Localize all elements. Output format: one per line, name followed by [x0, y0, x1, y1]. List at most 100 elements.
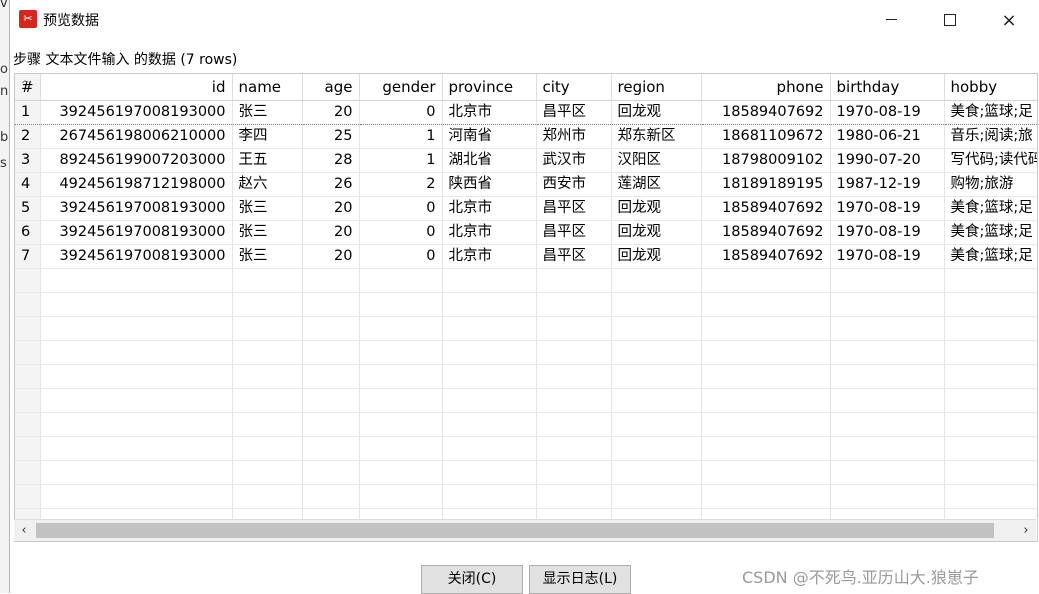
cell-region[interactable]: 郑东新区 [611, 124, 702, 149]
horizontal-scrollbar[interactable]: ‹ › [14, 519, 1036, 541]
cell-province[interactable]: 湖北省 [442, 148, 537, 173]
cell-birthday[interactable]: 1980-06-21 [830, 124, 945, 149]
cell-birthday[interactable]: 1990-07-20 [830, 148, 945, 173]
scroll-right-icon[interactable]: › [1016, 520, 1036, 541]
cell-age[interactable]: 20 [302, 244, 360, 269]
table-row[interactable]: 5 392456197008193000 张三 20 0 北京市 昌平区 回龙观 1858940… [15, 196, 1037, 221]
cell-id[interactable]: 392456197008193000 [40, 100, 233, 125]
cell-age[interactable]: 25 [302, 124, 360, 149]
cell-hobby[interactable]: 美食;篮球;足 [944, 100, 1037, 125]
cell-id[interactable]: 392456197008193000 [40, 220, 233, 245]
column-header-phone[interactable]: phone [701, 74, 831, 101]
cell-gender[interactable]: 0 [359, 244, 443, 269]
cell-province[interactable]: 北京市 [442, 244, 537, 269]
table-row[interactable]: 2 267456198006210000 李四 25 1 河南省 郑州市 郑东新区 186811… [15, 124, 1037, 149]
cell-hobby[interactable]: 美食;篮球;足 [944, 196, 1037, 221]
cell-age[interactable]: 26 [302, 172, 360, 197]
minimize-button[interactable] [862, 0, 920, 40]
cell-id[interactable]: 892456199007203000 [40, 148, 233, 173]
table-row[interactable]: 7 392456197008193000 张三 20 0 北京市 昌平区 回龙观 1858940… [15, 244, 1037, 269]
column-header-hobby[interactable]: hobby [944, 74, 1037, 101]
cell-hobby[interactable]: 美食;篮球;足 [944, 220, 1037, 245]
cell-hobby[interactable]: 写代码;读代码 [944, 148, 1037, 173]
column-header-gender[interactable]: gender [359, 74, 443, 101]
cell-gender[interactable]: 1 [359, 124, 443, 149]
cell-province[interactable]: 北京市 [442, 100, 537, 125]
show-log-button[interactable]: 显示日志(L) [529, 565, 631, 594]
cell-age[interactable]: 20 [302, 100, 360, 125]
column-header-birthday[interactable]: birthday [830, 74, 945, 101]
cell-gender[interactable]: 0 [359, 220, 443, 245]
cell-city[interactable]: 昌平区 [536, 196, 612, 221]
cell-name[interactable]: 张三 [232, 100, 303, 125]
cell-city[interactable]: 昌平区 [536, 244, 612, 269]
cell-phone[interactable]: 18589407692 [701, 220, 831, 245]
scrollbar-thumb[interactable] [36, 523, 994, 538]
close-button[interactable]: 关闭(C) [421, 565, 523, 594]
cell-province[interactable]: 北京市 [442, 220, 537, 245]
cell-birthday[interactable]: 1970-08-19 [830, 196, 945, 221]
cell-region[interactable]: 回龙观 [611, 244, 702, 269]
cell-phone[interactable]: 18189189195 [701, 172, 831, 197]
column-header-age[interactable]: age [302, 74, 360, 101]
column-header-index[interactable]: ^ # [15, 74, 41, 101]
column-header-region[interactable]: region [611, 74, 702, 101]
cell-gender[interactable]: 0 [359, 196, 443, 221]
cell-name[interactable]: 王五 [232, 148, 303, 173]
cell-hobby[interactable]: 购物;旅游 [944, 172, 1037, 197]
maximize-button[interactable] [921, 0, 979, 40]
cell-id[interactable]: 492456198712198000 [40, 172, 233, 197]
cell-phone[interactable]: 18589407692 [701, 244, 831, 269]
table-row[interactable]: 1 392456197008193000 张三 20 0 北京市 昌平区 回龙观 1858940… [15, 100, 1037, 125]
title-bar[interactable]: ✂ 预览数据 × [10, 0, 1039, 40]
cell-index[interactable]: 1 [15, 100, 41, 125]
cell-gender[interactable]: 1 [359, 148, 443, 173]
cell-phone[interactable]: 18589407692 [701, 196, 831, 221]
cell-city[interactable]: 武汉市 [536, 148, 612, 173]
cell-region[interactable]: 回龙观 [611, 100, 702, 125]
cell-city[interactable]: 昌平区 [536, 100, 612, 125]
preview-data-grid[interactable]: ^ # id name age gender province city reg… [14, 73, 1038, 542]
column-header-city[interactable]: city [536, 74, 612, 101]
cell-birthday[interactable]: 1970-08-19 [830, 220, 945, 245]
column-header-name[interactable]: name [232, 74, 303, 101]
cell-city[interactable]: 西安市 [536, 172, 612, 197]
table-row[interactable]: 6 392456197008193000 张三 20 0 北京市 昌平区 回龙观 1858940… [15, 220, 1037, 245]
cell-region[interactable]: 汉阳区 [611, 148, 702, 173]
cell-index[interactable]: 4 [15, 172, 41, 197]
cell-hobby[interactable]: 美食;篮球;足 [944, 244, 1037, 269]
cell-province[interactable]: 河南省 [442, 124, 537, 149]
cell-phone[interactable]: 18681109672 [701, 124, 831, 149]
cell-id[interactable]: 392456197008193000 [40, 244, 233, 269]
cell-name[interactable]: 张三 [232, 220, 303, 245]
cell-name[interactable]: 张三 [232, 196, 303, 221]
cell-province[interactable]: 陕西省 [442, 172, 537, 197]
cell-region[interactable]: 回龙观 [611, 220, 702, 245]
cell-birthday[interactable]: 1987-12-19 [830, 172, 945, 197]
cell-phone[interactable]: 18798009102 [701, 148, 831, 173]
cell-hobby[interactable]: 音乐;阅读;旅 [944, 124, 1037, 149]
cell-city[interactable]: 昌平区 [536, 220, 612, 245]
cell-age[interactable]: 20 [302, 196, 360, 221]
cell-name[interactable]: 李四 [232, 124, 303, 149]
cell-index[interactable]: 3 [15, 148, 41, 173]
column-header-id[interactable]: id [40, 74, 233, 101]
cell-province[interactable]: 北京市 [442, 196, 537, 221]
cell-id[interactable]: 392456197008193000 [40, 196, 233, 221]
cell-name[interactable]: 张三 [232, 244, 303, 269]
table-row[interactable]: 3 892456199007203000 王五 28 1 湖北省 武汉市 汉阳区 1879800… [15, 148, 1037, 173]
cell-birthday[interactable]: 1970-08-19 [830, 244, 945, 269]
cell-region[interactable]: 回龙观 [611, 196, 702, 221]
cell-gender[interactable]: 0 [359, 100, 443, 125]
cell-index[interactable]: 6 [15, 220, 41, 245]
cell-region[interactable]: 莲湖区 [611, 172, 702, 197]
cell-city[interactable]: 郑州市 [536, 124, 612, 149]
cell-index[interactable]: 2 [15, 124, 41, 149]
close-window-button[interactable]: × [980, 0, 1038, 40]
cell-age[interactable]: 28 [302, 148, 360, 173]
cell-birthday[interactable]: 1970-08-19 [830, 100, 945, 125]
cell-id[interactable]: 267456198006210000 [40, 124, 233, 149]
table-row[interactable]: 4 492456198712198000 赵六 26 2 陕西省 西安市 莲湖区 1818918… [15, 172, 1037, 197]
cell-name[interactable]: 赵六 [232, 172, 303, 197]
cell-index[interactable]: 7 [15, 244, 41, 269]
